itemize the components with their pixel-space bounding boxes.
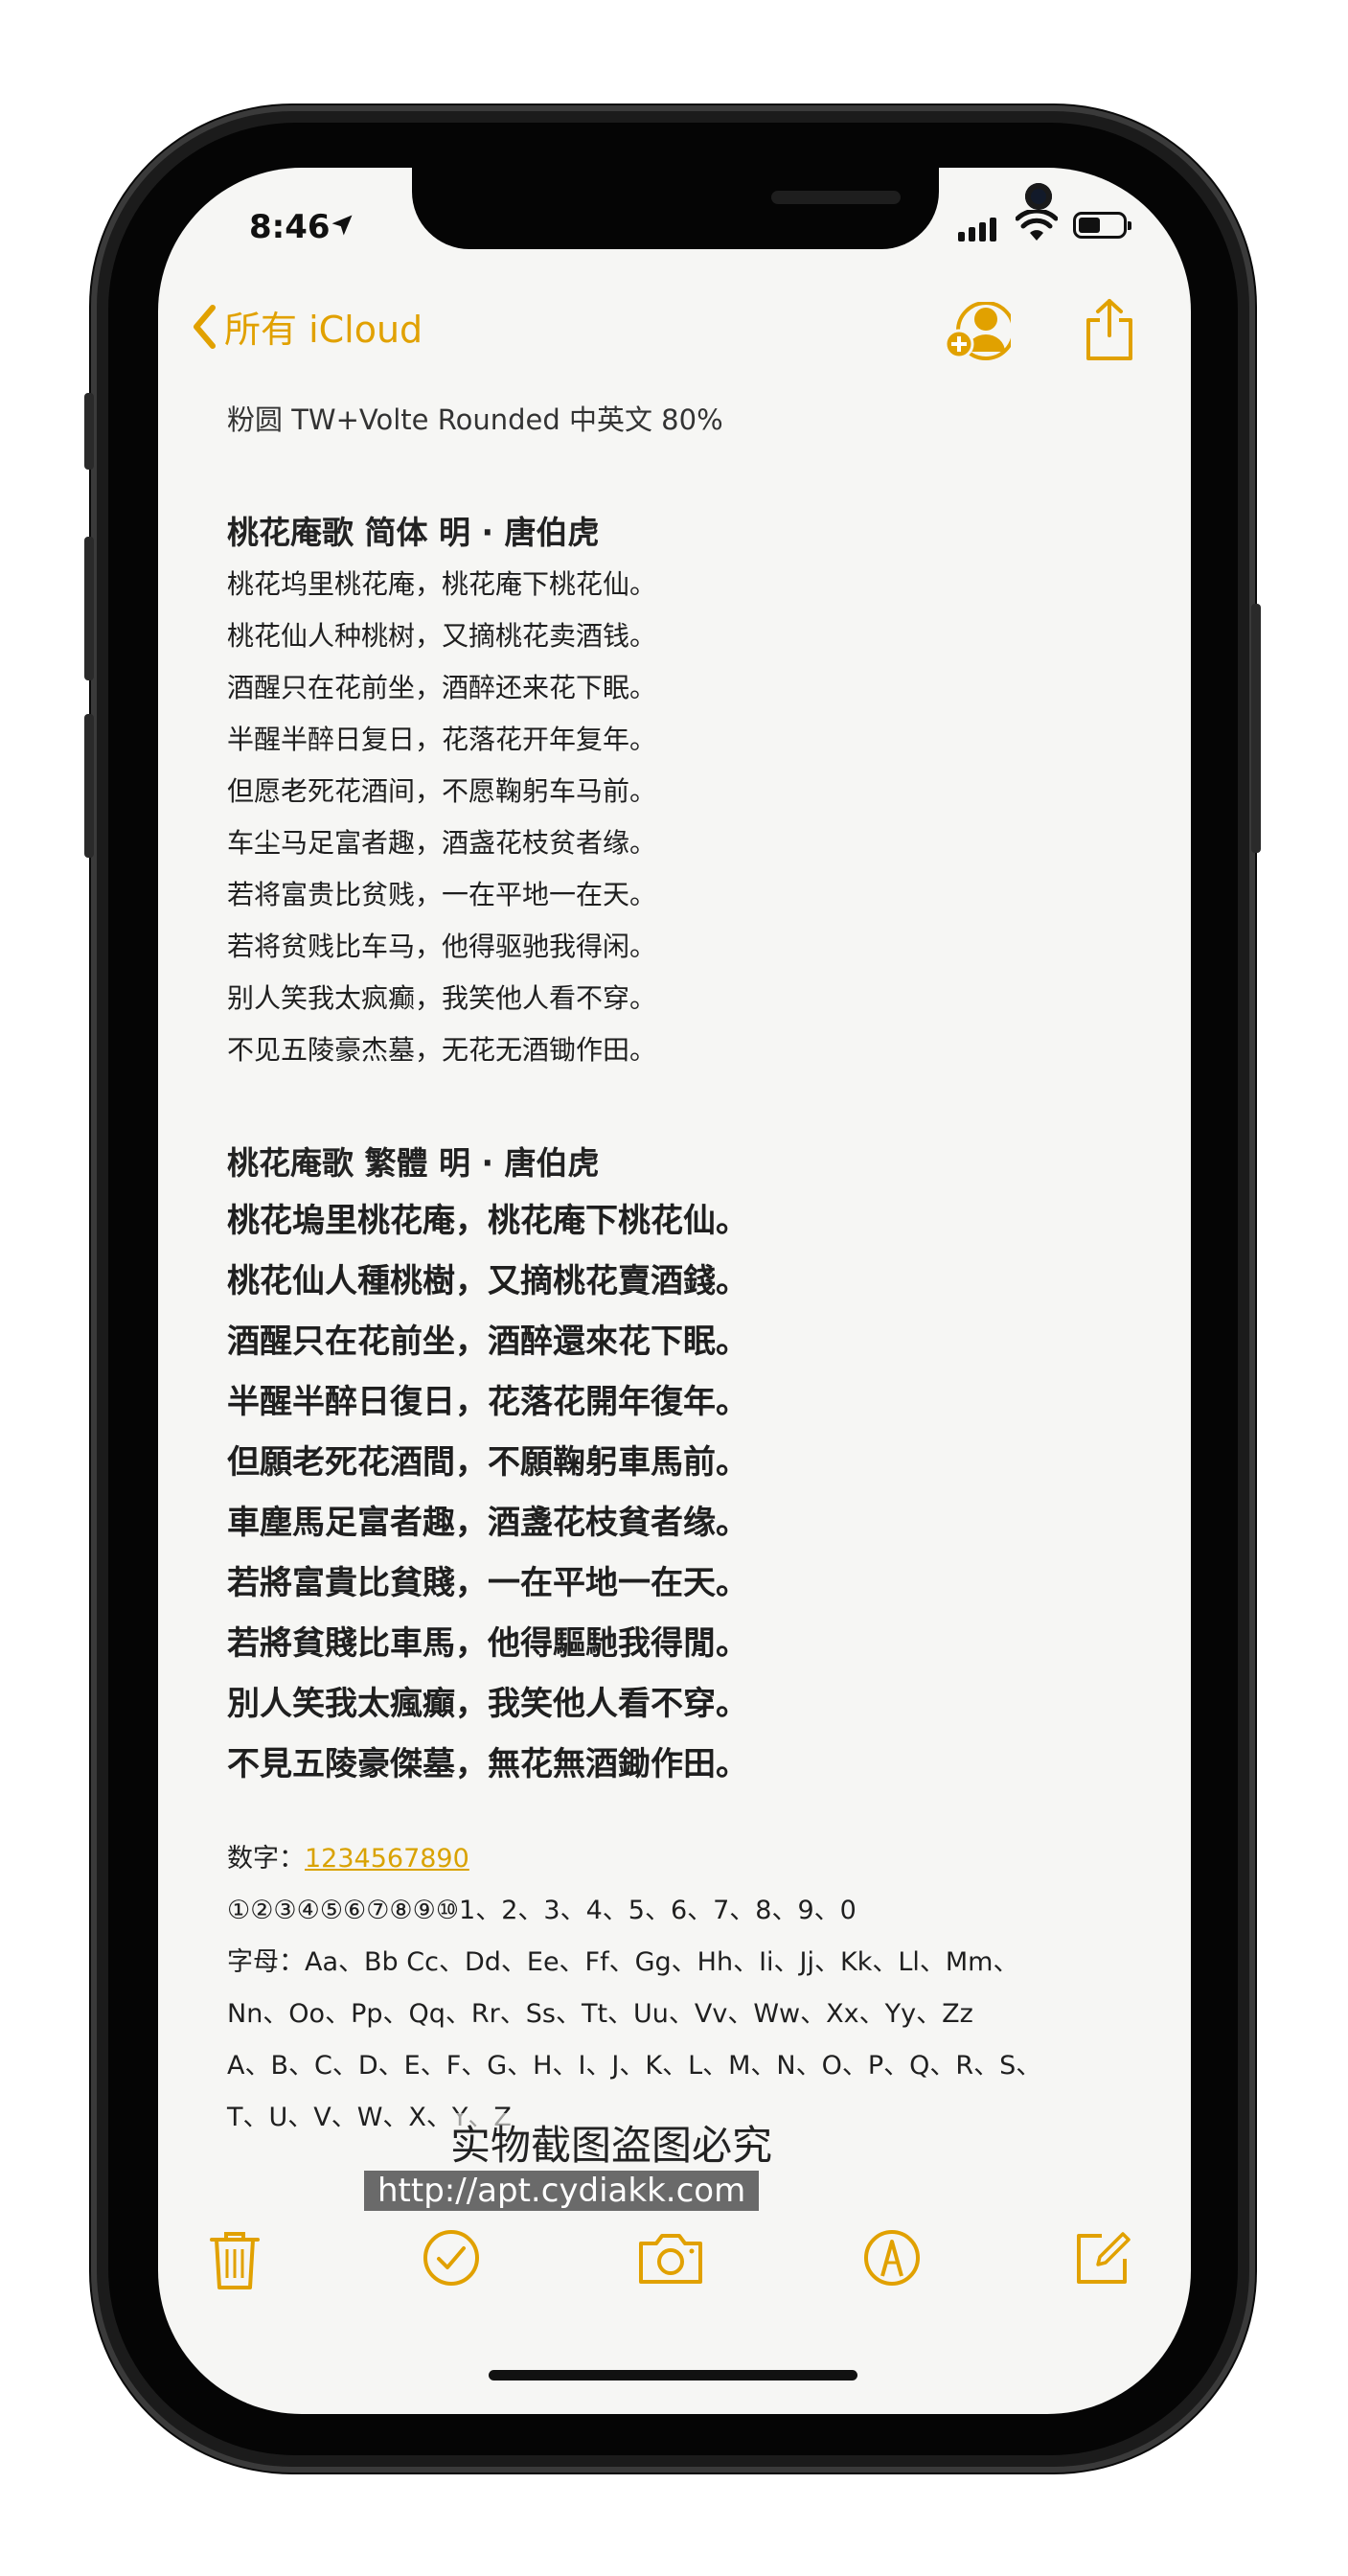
battery-icon [1073, 212, 1131, 239]
screen: 8:46 所有 iCloud 粉圆 TW+Volte Rounded 中英文 8… [158, 168, 1191, 2414]
front-camera [1025, 183, 1052, 210]
numbers-label: 数字： [227, 1844, 305, 1874]
status-time: 8:46 [249, 208, 331, 246]
volume-up-button [84, 537, 94, 680]
poem-line: 但願老死花酒間，不願鞠躬車馬前。 [227, 1443, 748, 1482]
circled-numbers: ①②③④⑤⑥⑦⑧⑨⑩1、2、3、4、5、6、7、8、9、0 [227, 1896, 857, 1925]
simplified-poem: 桃花坞里桃花庵，桃花庵下桃花仙。 桃花仙人种桃树，又摘桃花卖酒钱。 酒醒只在花前… [227, 559, 1147, 1076]
traditional-poem: 桃花塢里桃花庵，桃花庵下桃花仙。 桃花仙人種桃樹，又摘桃花賣酒錢。 酒醒只在花前… [227, 1191, 1147, 1795]
character-samples: ①②③④⑤⑥⑦⑧⑨⑩1、2、3、4、5、6、7、8、9、0 字母：Aa、Bb C… [227, 1885, 1147, 2144]
poem-line: 酒醒只在花前坐，酒醉還來花下眠。 [227, 1322, 748, 1361]
poem-line: 桃花仙人种桃树，又摘桃花卖酒钱。 [227, 620, 657, 652]
poem-line: 别人笑我太疯癫，我笑他人看不穿。 [227, 982, 657, 1014]
back-label: 所有 iCloud [224, 309, 423, 351]
poem-line: 酒醒只在花前坐，酒醉还来花下眠。 [227, 672, 657, 703]
share-icon[interactable] [1083, 297, 1136, 362]
poem-line: 別人笑我太瘋癲，我笑他人看不穿。 [227, 1685, 748, 1723]
note-body[interactable]: 粉圆 TW+Volte Rounded 中英文 80% 桃花庵歌 简体 明 · … [227, 398, 1147, 2144]
earpiece-speaker [771, 191, 901, 204]
side-button [1251, 604, 1261, 853]
bottom-toolbar [158, 2228, 1191, 2314]
letters-line: T、U、V、W、X、Y、Z [227, 2103, 512, 2132]
poem-line: 桃花坞里桃花庵，桃花庵下桃花仙。 [227, 568, 657, 600]
trash-icon[interactable] [208, 2228, 262, 2291]
wifi-icon [1016, 210, 1058, 241]
silent-switch [84, 393, 94, 470]
poem-line: 但愿老死花酒间，不愿鞠躬车马前。 [227, 775, 657, 807]
poem-line: 半醒半醉日复日，花落花开年复年。 [227, 724, 657, 755]
add-person-icon[interactable] [944, 302, 1011, 361]
poem-line: 桃花塢里桃花庵，桃花庵下桃花仙。 [227, 1202, 748, 1240]
letters-line: 字母：Aa、Bb Cc、Dd、Ee、Ff、Gg、Hh、Ii、Jj、Kk、Ll、M… [227, 1947, 1019, 1977]
chevron-left-icon [194, 304, 216, 349]
numbers-line: 数字：1234567890 [227, 1833, 1147, 1885]
poem-line: 若將貧賤比車馬，他得驅馳我得閒。 [227, 1624, 748, 1663]
simplified-heading: 桃花庵歌 简体 明 · 唐伯虎 [227, 514, 600, 551]
traditional-heading: 桃花庵歌 繁體 明 · 唐伯虎 [227, 1144, 600, 1182]
poem-line: 桃花仙人種桃樹，又摘桃花賣酒錢。 [227, 1262, 748, 1300]
location-arrow-icon [331, 215, 353, 236]
cellular-signal-icon [958, 218, 996, 242]
home-indicator[interactable] [489, 2370, 857, 2380]
camera-icon[interactable] [637, 2228, 704, 2288]
poem-line: 車塵馬足富者趣，酒盞花枝貧者缘。 [227, 1504, 748, 1542]
phone-number-link[interactable]: 1234567890 [305, 1844, 469, 1874]
notch [412, 168, 1052, 249]
volume-down-button [84, 714, 94, 858]
font-caption: 粉圆 TW+Volte Rounded 中英文 80% [227, 403, 723, 436]
letters-line: A、B、C、D、E、F、G、H、I、J、K、L、M、N、O、P、Q、R、S、 [227, 2051, 1042, 2081]
poem-line: 不見五陵豪傑墓，無花無酒鋤作田。 [227, 1745, 748, 1783]
back-button[interactable]: 所有 iCloud [192, 300, 423, 353]
poem-line: 若将贫贱比车马，他得驱驰我得闲。 [227, 931, 657, 962]
poem-line: 若將富貴比貧賤，一在平地一在天。 [227, 1564, 748, 1602]
poem-line: 半醒半醉日復日，花落花開年復年。 [227, 1383, 748, 1421]
compose-icon[interactable] [1073, 2228, 1132, 2288]
poem-line: 若将富贵比贫贱，一在平地一在天。 [227, 879, 657, 910]
poem-line: 车尘马足富者趣，酒盏花枝贫者缘。 [227, 827, 657, 859]
letters-line: Nn、Oo、Pp、Qq、Rr、Ss、Tt、Uu、Vv、Ww、Xx、Yy、Zz [227, 1999, 973, 2029]
checkmark-circle-icon[interactable] [422, 2228, 481, 2288]
poem-line: 不见五陵豪杰墓，无花无酒锄作田。 [227, 1034, 657, 1066]
pen-circle-icon[interactable] [862, 2228, 922, 2288]
